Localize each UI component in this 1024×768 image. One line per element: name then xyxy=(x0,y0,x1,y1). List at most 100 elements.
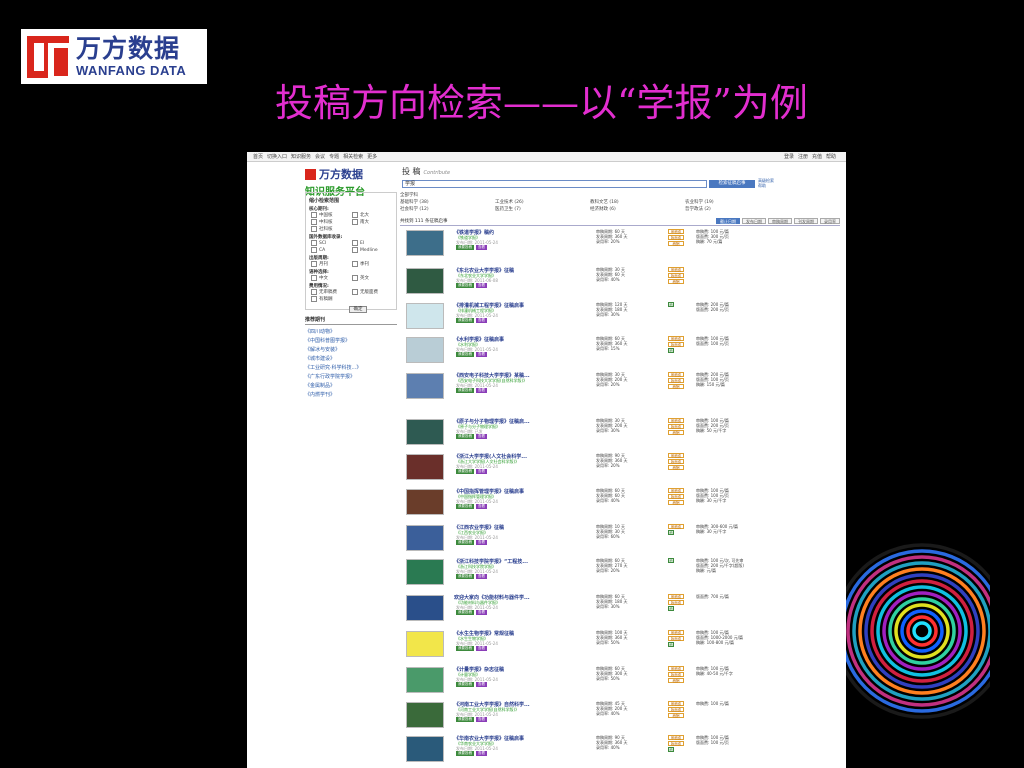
submit-button[interactable]: 我要投稿 xyxy=(456,469,474,474)
related-journal-link[interactable]: 《中国科普图学报》 xyxy=(305,337,397,344)
category-link[interactable]: 基础科学 (38) xyxy=(400,199,495,205)
detail-button[interactable]: 查看 xyxy=(476,540,487,545)
submit-button[interactable]: 我要投稿 xyxy=(456,751,474,756)
search-input[interactable]: 学报 xyxy=(402,179,707,188)
journal-cover-image[interactable] xyxy=(406,667,444,693)
detail-button[interactable]: 查看 xyxy=(476,318,487,323)
filter-checkbox[interactable]: 无审稿费 xyxy=(311,289,352,295)
filter-checkbox[interactable]: Medline xyxy=(352,247,393,253)
detail-button[interactable]: 查看 xyxy=(476,388,487,393)
result-item: 《原子与分子物理学报》征稿启... 《原子与分子物理学报》 发布日期: 已发 我要投稿… xyxy=(400,417,840,447)
submit-button[interactable]: 我要投稿 xyxy=(456,318,474,323)
filter-checkbox[interactable]: 社科核 xyxy=(311,226,352,232)
related-journal-link[interactable]: 《解冰与安装》 xyxy=(305,346,397,353)
detail-button[interactable]: 查看 xyxy=(476,717,487,722)
submit-button[interactable]: 我要投稿 xyxy=(456,352,474,357)
category-link[interactable]: 经济财政 (6) xyxy=(590,206,685,212)
filter-checkbox[interactable]: EI xyxy=(352,240,393,246)
submit-button[interactable]: 我要投稿 xyxy=(456,504,474,509)
journal-cover-image[interactable] xyxy=(406,595,444,621)
submit-button[interactable]: 我要投稿 xyxy=(456,245,474,250)
filter-checkbox[interactable]: CA xyxy=(311,247,352,253)
category-link[interactable]: 工业技术 (26) xyxy=(495,199,590,205)
filter-checkbox[interactable]: 北大 xyxy=(352,212,393,218)
journal-cover-image[interactable] xyxy=(406,419,444,445)
detail-button[interactable]: 查看 xyxy=(476,574,487,579)
detail-button[interactable]: 查看 xyxy=(476,352,487,357)
related-journal-link[interactable]: 《内燃学刊》 xyxy=(305,391,397,398)
detail-button[interactable]: 查看 xyxy=(476,682,487,687)
journal-cover-image[interactable] xyxy=(406,303,444,329)
detail-button[interactable]: 查看 xyxy=(476,751,487,756)
topnav-link[interactable]: 相关检索 xyxy=(343,154,363,160)
topnav-link[interactable]: 登录 xyxy=(784,154,794,160)
category-link[interactable]: 教科文艺 (18) xyxy=(590,199,685,205)
submit-button[interactable]: 我要投稿 xyxy=(456,434,474,439)
detail-button[interactable]: 查看 xyxy=(476,610,487,615)
journal-cover-image[interactable] xyxy=(406,559,444,585)
topnav-link[interactable]: 知识服务 xyxy=(291,154,311,160)
submit-button[interactable]: 我要投稿 xyxy=(456,540,474,545)
related-journal-link[interactable]: 《城市建设》 xyxy=(305,355,397,362)
submit-button[interactable]: 我要投稿 xyxy=(456,610,474,615)
topnav-link[interactable]: 帮助 xyxy=(826,154,836,160)
sort-button[interactable]: 审稿周期 xyxy=(768,218,792,224)
filter-checkbox[interactable]: 有稿酬 xyxy=(311,296,352,302)
sort-button[interactable]: 截止日期 xyxy=(716,218,740,224)
journal-cover-image[interactable] xyxy=(406,454,444,480)
topnav-link[interactable]: 首页 xyxy=(253,154,263,160)
filter-checkbox[interactable]: 南大 xyxy=(352,219,393,225)
topnav-link[interactable]: 注册 xyxy=(798,154,808,160)
topnav-link[interactable]: 切换入口 xyxy=(267,154,287,160)
help-link[interactable]: 帮助 xyxy=(758,183,774,189)
sort-button[interactable]: 发布日期 xyxy=(742,218,766,224)
detail-button[interactable]: 查看 xyxy=(476,434,487,439)
detail-button[interactable]: 查看 xyxy=(476,245,487,250)
related-journal-link[interactable]: 《四川动物》 xyxy=(305,328,397,335)
journal-cover-image[interactable] xyxy=(406,230,444,256)
detail-button[interactable]: 查看 xyxy=(476,469,487,474)
filter-checkbox[interactable]: 中科核 xyxy=(311,219,352,225)
topnav-link[interactable]: 会议 xyxy=(315,154,325,160)
category-link[interactable]: 医药卫生 (7) xyxy=(495,206,590,212)
filter-checkbox[interactable]: 无版面费 xyxy=(352,289,393,295)
journal-cover-image[interactable] xyxy=(406,736,444,762)
submit-button[interactable]: 我要投稿 xyxy=(456,682,474,687)
submit-button[interactable]: 我要投稿 xyxy=(456,283,474,288)
journal-cover-image[interactable] xyxy=(406,631,444,657)
journal-cover-image[interactable] xyxy=(406,373,444,399)
confirm-filter-button[interactable]: 确定 xyxy=(349,306,367,313)
tab-contribute[interactable]: 投 稿 xyxy=(402,166,421,177)
detail-button[interactable]: 查看 xyxy=(476,283,487,288)
journal-cover-image[interactable] xyxy=(406,337,444,363)
submit-button[interactable]: 我要投稿 xyxy=(456,574,474,579)
submit-button[interactable]: 我要投稿 xyxy=(456,717,474,722)
category-link[interactable]: 哲学政法 (2) xyxy=(685,206,780,212)
sort-button[interactable]: 刊发周期 xyxy=(794,218,818,224)
topnav-link[interactable]: 更多 xyxy=(367,154,377,160)
related-journal-link[interactable]: 《金属制品》 xyxy=(305,382,397,389)
submit-button[interactable]: 我要投稿 xyxy=(456,646,474,651)
category-title[interactable]: 全部学科 xyxy=(400,192,780,198)
filter-checkbox[interactable]: 季刊 xyxy=(352,261,393,267)
filter-checkbox[interactable]: 月刊 xyxy=(311,261,352,267)
topnav-link[interactable]: 专题 xyxy=(329,154,339,160)
filter-checkbox[interactable]: 中国核 xyxy=(311,212,352,218)
journal-cover-image[interactable] xyxy=(406,489,444,515)
topnav-link[interactable]: 充值 xyxy=(812,154,822,160)
detail-button[interactable]: 查看 xyxy=(476,646,487,651)
sort-button[interactable]: 录用率 xyxy=(820,218,840,224)
detail-button[interactable]: 查看 xyxy=(476,504,487,509)
journal-cover-image[interactable] xyxy=(406,525,444,551)
journal-cover-image[interactable] xyxy=(406,268,444,294)
filter-checkbox[interactable]: 中文 xyxy=(311,275,352,281)
journal-cover-image[interactable] xyxy=(406,702,444,728)
search-button[interactable]: 检索征稿启事 xyxy=(709,179,755,188)
related-journal-link[interactable]: 《工业研究·科学科技...》 xyxy=(305,364,397,371)
filter-checkbox[interactable]: SCI xyxy=(311,240,352,246)
category-link[interactable]: 社会科学 (12) xyxy=(400,206,495,212)
submit-button[interactable]: 我要投稿 xyxy=(456,388,474,393)
category-link[interactable]: 农业科学 (19) xyxy=(685,199,780,205)
related-journal-link[interactable]: 《广东行政学院学报》 xyxy=(305,373,397,380)
filter-checkbox[interactable]: 英文 xyxy=(352,275,393,281)
